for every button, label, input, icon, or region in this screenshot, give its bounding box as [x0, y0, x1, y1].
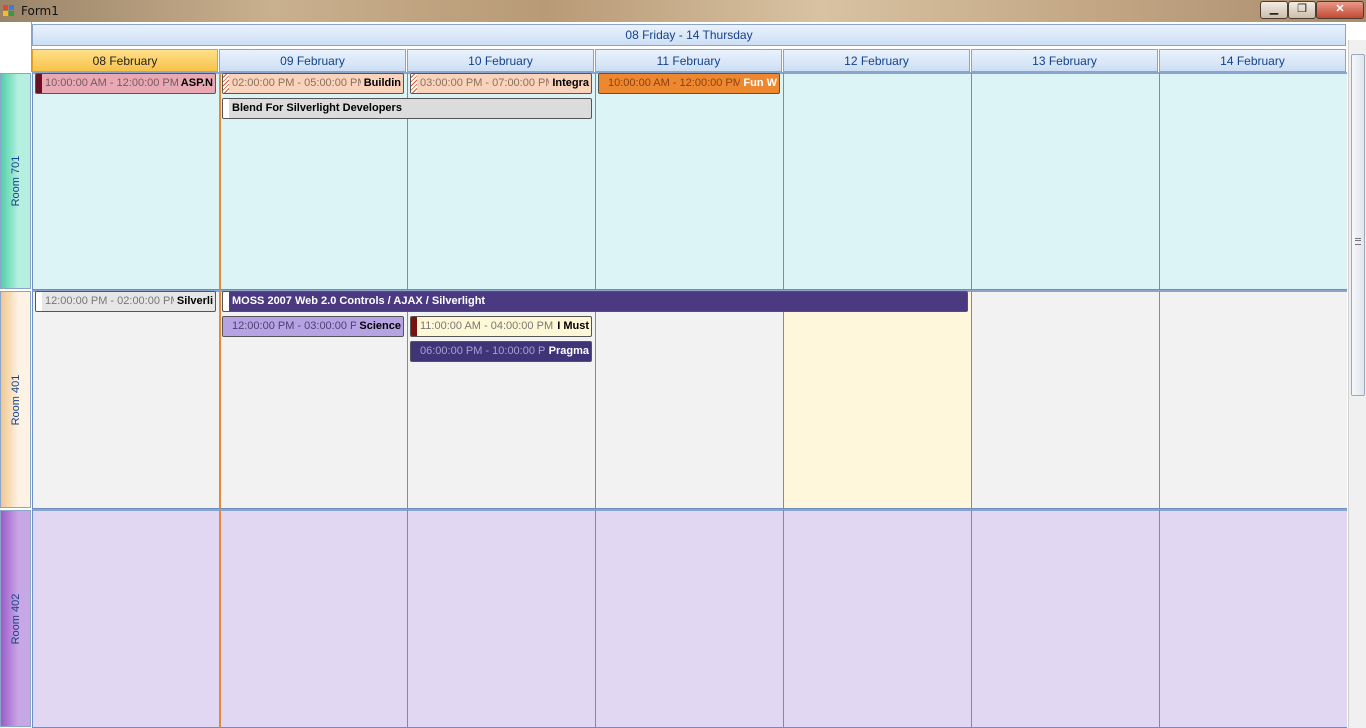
day-header-4[interactable]: 11 February: [595, 49, 782, 72]
resource-label: Room 402: [9, 593, 22, 644]
minimize-button[interactable]: ▁: [1260, 1, 1288, 19]
time-cell[interactable]: [595, 72, 783, 290]
date-range-header[interactable]: 08 Friday - 14 Thursday: [32, 24, 1346, 46]
status-stripe: [223, 99, 229, 118]
status-stripe: [36, 292, 42, 311]
day-header-5[interactable]: 12 February: [783, 49, 970, 72]
time-cell[interactable]: [32, 290, 219, 509]
day-header-1[interactable]: 08 February: [32, 49, 218, 72]
appointment[interactable]: 12:00:00 PM - 02:00:00 PM Silverli: [35, 291, 216, 312]
resource-label: Room 701: [9, 155, 22, 207]
window-title: Form1: [21, 4, 59, 18]
appointment-time: 03:00:00 PM - 07:00:00 PM: [420, 77, 555, 89]
status-stripe: [223, 74, 229, 93]
appointment[interactable]: 02:00:00 PM - 05:00:00 PM Buildin: [222, 73, 404, 94]
appointment-subject: Silverli: [173, 292, 213, 311]
day-header-2[interactable]: 09 February: [219, 49, 406, 72]
time-cell[interactable]: [32, 72, 219, 290]
time-cell[interactable]: [595, 290, 783, 509]
appointment-subject: I Must: [554, 317, 589, 336]
appointment[interactable]: 11:00:00 AM - 04:00:00 PM I Must: [410, 316, 592, 337]
appointment-subject: Science: [356, 317, 401, 336]
appointment[interactable]: 10:00:00 AM - 12:00:00 PM ASP.N: [35, 73, 216, 94]
window-titlebar[interactable]: Form1 ▁ ❐ ✕: [0, 0, 1366, 22]
appointment-subject: Buildin: [360, 74, 401, 93]
scheduler: 08 Friday - 14 Thursday 08 February 09 Fe…: [0, 22, 1366, 728]
appointment-time: 11:00:00 AM - 04:00:00 PM: [420, 320, 554, 332]
time-cell[interactable]: [32, 509, 219, 728]
time-cell[interactable]: [1159, 72, 1347, 290]
status-stripe: [599, 74, 605, 93]
scheduler-corner: [0, 22, 32, 72]
appointment-subject: Integra: [549, 74, 589, 93]
appointment-subject: Pragma: [545, 342, 589, 361]
time-cell[interactable]: [407, 509, 595, 728]
close-button[interactable]: ✕: [1316, 1, 1364, 19]
status-stripe: [411, 74, 417, 93]
time-cell[interactable]: [971, 509, 1159, 728]
day-header-7[interactable]: 14 February: [1159, 49, 1346, 72]
appointment[interactable]: 10:00:00 AM - 12:00:00 PM Fun W: [598, 73, 780, 94]
time-cell[interactable]: [1159, 509, 1347, 728]
time-cell[interactable]: [783, 509, 971, 728]
appointment-subject: Fun W: [740, 74, 777, 93]
time-cell[interactable]: [971, 290, 1159, 509]
status-stripe: [411, 317, 417, 336]
app-icon: [3, 5, 15, 17]
appointment-time: 06:00:00 PM - 10:00:00 PM: [420, 345, 555, 357]
time-cell[interactable]: [783, 72, 971, 290]
grip-icon: [1355, 238, 1361, 245]
time-cell[interactable]: [971, 72, 1159, 290]
appointment-subject: ASP.N: [177, 74, 213, 93]
resource-header-2[interactable]: Room 402: [0, 510, 31, 727]
vertical-scrollbar[interactable]: [1348, 40, 1366, 728]
time-cell[interactable]: [219, 509, 407, 728]
appointment-time: 12:00:00 PM - 02:00:00 PM: [45, 295, 180, 307]
appointment-time: 10:00:00 AM - 12:00:00 PM: [45, 77, 179, 89]
maximize-button[interactable]: ❐: [1288, 1, 1316, 19]
resource-label: Room 401: [9, 374, 22, 425]
time-cell[interactable]: [783, 290, 971, 509]
day-header-3[interactable]: 10 February: [407, 49, 594, 72]
appointment-subject: MOSS 2007 Web 2.0 Controls / AJAX / Silv…: [232, 295, 486, 307]
appointment[interactable]: MOSS 2007 Web 2.0 Controls / AJAX / Silv…: [222, 291, 968, 312]
resource-header-0[interactable]: Room 701: [0, 73, 31, 289]
appointment[interactable]: Blend For Silverlight Developers: [222, 98, 592, 119]
appointment-time: 02:00:00 PM - 05:00:00 PM: [232, 77, 367, 89]
status-stripe: [36, 74, 42, 93]
day-header-6[interactable]: 13 February: [971, 49, 1158, 72]
appointment-time: 10:00:00 AM - 12:00:00 PM: [608, 77, 742, 89]
appointment-time: 12:00:00 PM - 03:00:00 PM: [232, 320, 367, 332]
status-stripe: [223, 292, 229, 311]
resource-header-1[interactable]: Room 401: [0, 291, 31, 508]
scrollbar-thumb[interactable]: [1351, 54, 1365, 396]
appointment[interactable]: 12:00:00 PM - 03:00:00 PM Science: [222, 316, 404, 337]
appointment[interactable]: 06:00:00 PM - 10:00:00 PM Pragma: [410, 341, 592, 362]
time-cell[interactable]: [595, 509, 783, 728]
status-stripe: [223, 317, 229, 336]
time-cell[interactable]: [1159, 290, 1347, 509]
appointment-subject: Blend For Silverlight Developers: [232, 102, 402, 114]
appointment[interactable]: 03:00:00 PM - 07:00:00 PM Integra: [410, 73, 592, 94]
status-stripe: [411, 342, 417, 361]
